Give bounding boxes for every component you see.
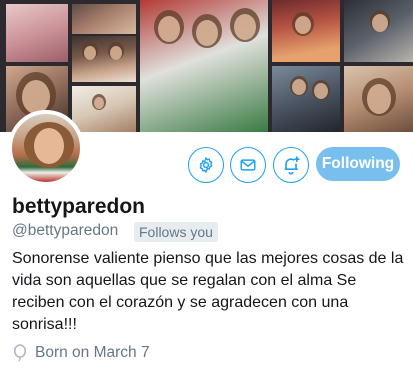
collage-photo: [272, 66, 340, 132]
profile-bio: Sonorense valiente pienso que las mejore…: [12, 250, 404, 333]
collage-photo: [72, 86, 136, 132]
collage-photo: [344, 0, 413, 62]
collage-photo: [140, 0, 268, 132]
following-button[interactable]: Following: [316, 147, 400, 181]
avatar-face: [34, 128, 64, 164]
message-button[interactable]: [230, 147, 266, 183]
header-photo-collage[interactable]: [0, 0, 413, 132]
user-handle[interactable]: @bettyparedon: [12, 222, 118, 240]
collage-photo: [72, 36, 136, 82]
bell-plus-icon: [284, 156, 300, 175]
birthday-row: Born on March 7: [12, 344, 150, 362]
collage-photo: [72, 4, 136, 34]
gear-icon: [199, 157, 213, 173]
envelope-icon: [240, 159, 256, 171]
settings-button[interactable]: [188, 147, 224, 183]
collage-photo: [6, 4, 68, 62]
collage-photo: [272, 0, 340, 62]
notifications-button[interactable]: [273, 147, 309, 183]
collage-photo: [344, 66, 413, 132]
balloon-icon: [13, 344, 27, 362]
avatar[interactable]: [8, 110, 84, 186]
display-name: bettyparedon: [12, 195, 146, 218]
birthday-text: Born on March 7: [35, 344, 150, 361]
follows-you-badge: Follows you: [134, 222, 218, 242]
